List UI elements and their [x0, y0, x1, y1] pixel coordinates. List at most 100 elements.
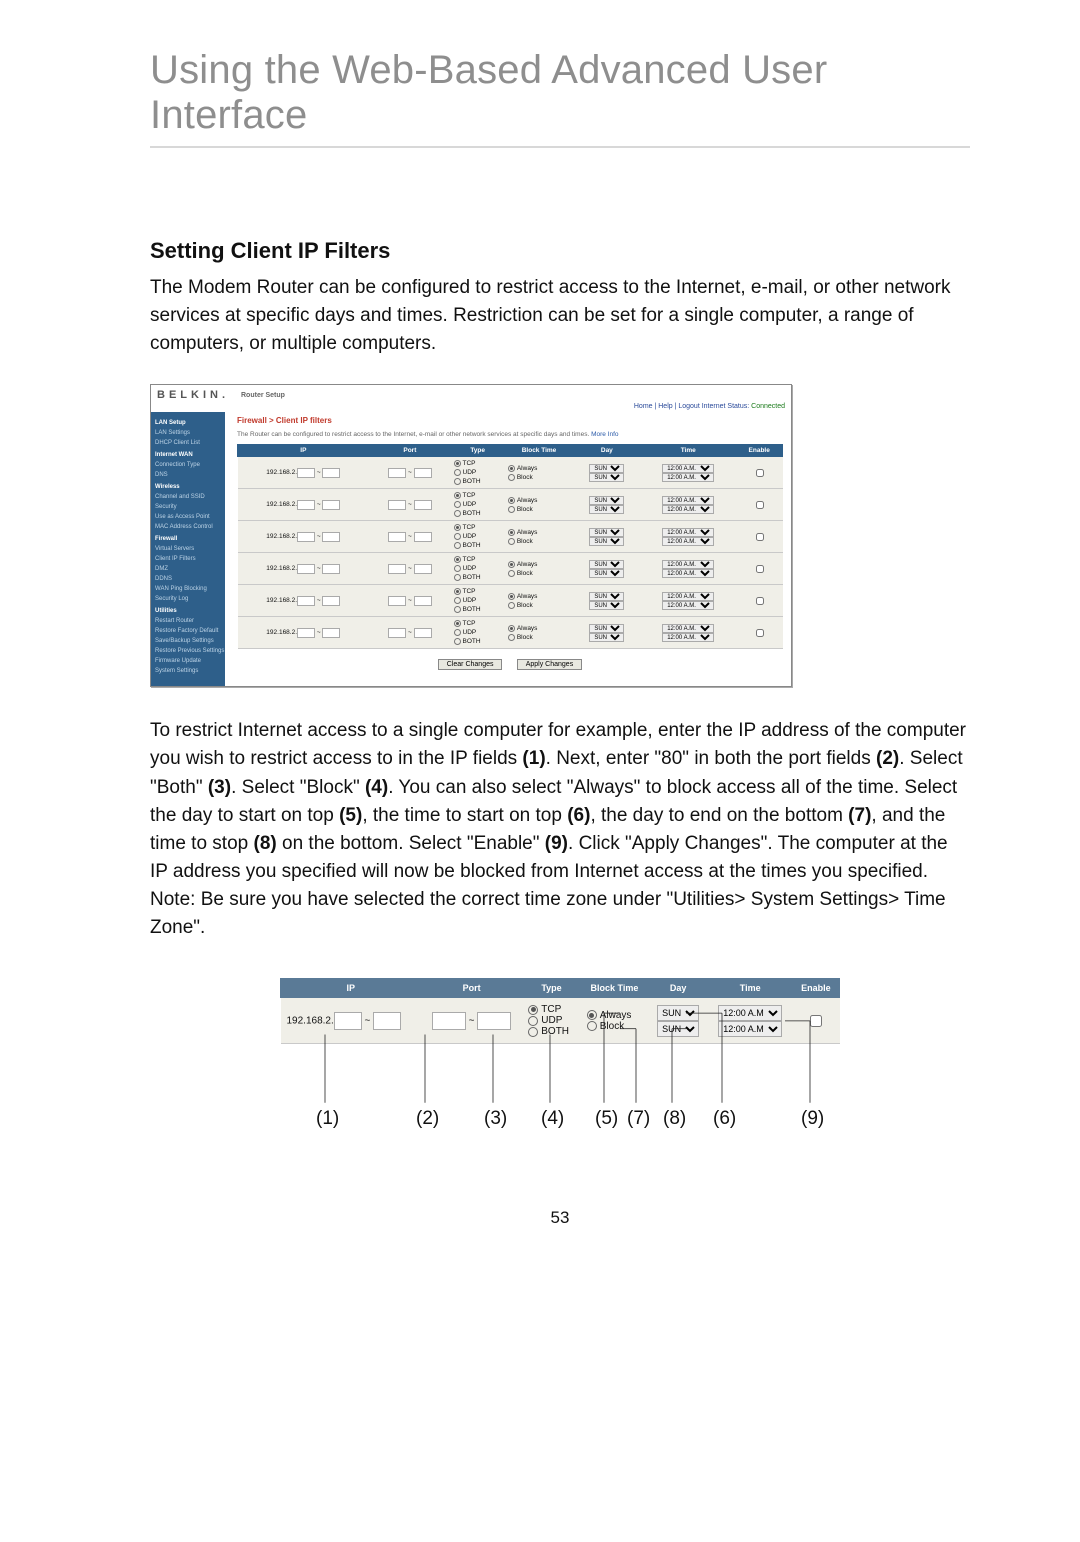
type-radio[interactable] [528, 1016, 538, 1026]
nav-item[interactable]: Wireless [151, 480, 225, 492]
type-radio[interactable] [454, 588, 461, 595]
ip-end[interactable] [322, 628, 340, 638]
nav-item[interactable]: WAN Ping Blocking [151, 584, 225, 594]
enable-checkbox[interactable] [756, 469, 764, 477]
nav-item[interactable]: DNS [151, 470, 225, 480]
day-start[interactable]: SUN [589, 464, 624, 473]
nav-item[interactable]: DHCP Client List [151, 438, 225, 448]
nav-item[interactable]: Internet WAN [151, 448, 225, 460]
ip-start[interactable] [297, 468, 315, 478]
port-end[interactable] [414, 564, 432, 574]
ip-end[interactable] [322, 532, 340, 542]
day-start[interactable]: SUN [589, 624, 624, 633]
nav-item[interactable]: Client IP Filters [151, 554, 225, 564]
block-radio[interactable] [508, 625, 515, 632]
block-radio[interactable] [508, 497, 515, 504]
type-radio[interactable] [454, 501, 461, 508]
nav-item[interactable]: Connection Type [151, 460, 225, 470]
block-radio[interactable] [508, 506, 515, 513]
block-radio[interactable] [508, 602, 515, 609]
ip-end[interactable] [322, 468, 340, 478]
nav-item[interactable]: MAC Address Control [151, 522, 225, 532]
enable-checkbox[interactable] [810, 1015, 822, 1027]
block-radio[interactable] [508, 529, 515, 536]
port-end[interactable] [414, 468, 432, 478]
type-radio[interactable] [528, 1005, 538, 1015]
port-start[interactable] [388, 628, 406, 638]
enable-checkbox[interactable] [756, 597, 764, 605]
time-start[interactable]: 12:00 A.M. [662, 592, 714, 601]
ip-start[interactable] [334, 1012, 362, 1030]
nav-item[interactable]: Restore Previous Settings [151, 646, 225, 656]
day-start[interactable]: SUN [589, 528, 624, 537]
ip-end[interactable] [322, 596, 340, 606]
type-radio[interactable] [454, 492, 461, 499]
day-end[interactable]: SUN [589, 505, 624, 514]
nav-item[interactable]: Firewall [151, 532, 225, 544]
ip-start[interactable] [297, 628, 315, 638]
nav-item[interactable]: DMZ [151, 564, 225, 574]
type-radio[interactable] [454, 620, 461, 627]
nav-item[interactable]: LAN Setup [151, 416, 225, 428]
nav-item[interactable]: System Settings [151, 666, 225, 676]
router-nav[interactable]: LAN SetupLAN SettingsDHCP Client ListInt… [151, 412, 225, 686]
time-start[interactable]: 12:00 A.M. [662, 528, 714, 537]
enable-checkbox[interactable] [756, 501, 764, 509]
nav-item[interactable]: Security Log [151, 594, 225, 604]
enable-checkbox[interactable] [756, 565, 764, 573]
type-radio[interactable] [454, 478, 461, 485]
ip-start[interactable] [297, 564, 315, 574]
time-start[interactable]: 12:00 A.M. [662, 464, 714, 473]
nav-item[interactable]: DDNS [151, 574, 225, 584]
type-radio[interactable] [454, 565, 461, 572]
block-radio[interactable] [508, 634, 515, 641]
block-radio[interactable] [587, 1021, 597, 1031]
ip-start[interactable] [297, 596, 315, 606]
nav-item[interactable]: Virtual Servers [151, 544, 225, 554]
type-radio[interactable] [454, 574, 461, 581]
nav-item[interactable]: Restore Factory Default [151, 626, 225, 636]
type-radio[interactable] [454, 524, 461, 531]
nav-item[interactable]: Security [151, 502, 225, 512]
day-end[interactable]: SUN [589, 569, 624, 578]
ip-end[interactable] [373, 1012, 401, 1030]
day-start[interactable]: SUN [657, 1005, 699, 1021]
nav-item[interactable]: Use as Access Point [151, 512, 225, 522]
type-radio[interactable] [454, 460, 461, 467]
nav-item[interactable]: Utilities [151, 604, 225, 616]
port-start[interactable] [388, 500, 406, 510]
type-radio[interactable] [454, 510, 461, 517]
time-end[interactable]: 12:00 A.M [718, 1021, 782, 1037]
day-start[interactable]: SUN [589, 496, 624, 505]
time-start[interactable]: 12:00 A.M. [662, 624, 714, 633]
day-start[interactable]: SUN [589, 560, 624, 569]
time-end[interactable]: 12:00 A.M. [662, 473, 714, 482]
time-end[interactable]: 12:00 A.M. [662, 569, 714, 578]
day-end[interactable]: SUN [589, 473, 624, 482]
type-radio[interactable] [454, 597, 461, 604]
day-end[interactable]: SUN [589, 601, 624, 610]
port-start[interactable] [388, 532, 406, 542]
apply-changes-button[interactable]: Apply Changes [517, 659, 582, 670]
nav-item[interactable]: Save/Backup Settings [151, 636, 225, 646]
nav-item[interactable]: Restart Router [151, 616, 225, 626]
block-radio[interactable] [508, 561, 515, 568]
port-start[interactable] [388, 468, 406, 478]
port-end[interactable] [414, 628, 432, 638]
time-start[interactable]: 12:00 A.M [718, 1005, 782, 1021]
block-radio[interactable] [508, 465, 515, 472]
day-end[interactable]: SUN [589, 537, 624, 546]
type-radio[interactable] [454, 606, 461, 613]
ip-end[interactable] [322, 500, 340, 510]
port-end[interactable] [477, 1012, 511, 1030]
time-start[interactable]: 12:00 A.M. [662, 560, 714, 569]
block-radio[interactable] [508, 538, 515, 545]
type-radio[interactable] [454, 638, 461, 645]
time-end[interactable]: 12:00 A.M. [662, 633, 714, 642]
nav-item[interactable]: Firmware Update [151, 656, 225, 666]
port-end[interactable] [414, 532, 432, 542]
port-end[interactable] [414, 596, 432, 606]
type-radio[interactable] [528, 1027, 538, 1037]
type-radio[interactable] [454, 469, 461, 476]
time-end[interactable]: 12:00 A.M. [662, 601, 714, 610]
